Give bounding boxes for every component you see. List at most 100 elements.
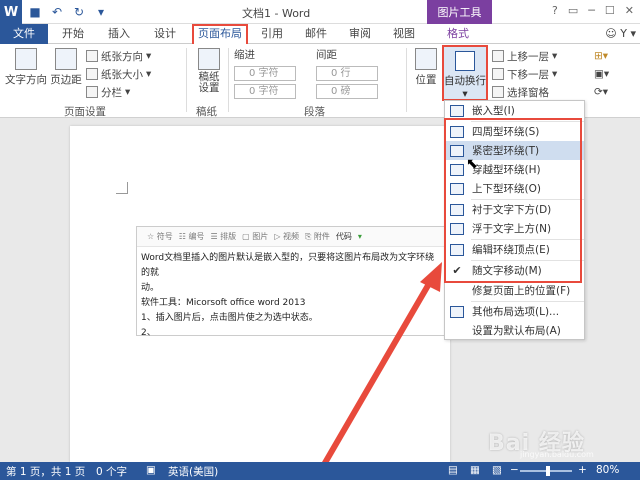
paragraph-group-label: 段落 [304, 106, 325, 118]
columns-icon [86, 86, 98, 98]
menu-item-move-with-text[interactable]: ✔ 随文字移动(M) [445, 261, 584, 280]
close-icon[interactable]: ✕ [625, 4, 634, 17]
tab-view[interactable]: 视图 [386, 24, 422, 44]
menu-item-label: 嵌入型(I) [472, 105, 515, 117]
spacing-after-input[interactable]: 0 磅 [316, 84, 378, 99]
menu-item-edit-wrap-points[interactable]: 编辑环绕顶点(E) [445, 240, 584, 259]
in-front-text-icon [450, 222, 464, 235]
tab-references[interactable]: 引用 [254, 24, 290, 44]
undo-icon[interactable]: ↶ [48, 3, 66, 21]
menu-item-fix-position[interactable]: 修复页面上的位置(F) [445, 281, 584, 300]
maximize-icon[interactable]: ☐ [605, 4, 615, 17]
tab-mailings[interactable]: 邮件 [298, 24, 334, 44]
tab-design[interactable]: 设计 [146, 24, 184, 44]
menu-item-behind-text[interactable]: 衬于文字下方(D) [445, 200, 584, 219]
bring-forward-icon [492, 50, 504, 62]
tab-page-layout[interactable]: 页面布局 [192, 24, 248, 44]
menu-item-in-front-text[interactable]: 浮于文字上方(N) [445, 219, 584, 238]
account-label: Y [620, 27, 627, 40]
tab-insert[interactable]: 插入 [100, 24, 138, 44]
group-button[interactable]: ▣▾ [594, 66, 609, 82]
menu-item-label: 设置为默认布局(A) [472, 325, 561, 337]
size-icon [86, 68, 98, 80]
menu-item-label: 随文字移动(M) [472, 265, 542, 277]
picture-text-content: Word文档里插入的图片默认是嵌入型的，只要将这图片布局改为文字环绕的就 动。 … [137, 247, 447, 341]
size-label: 纸张大小 [101, 68, 143, 81]
align-button[interactable]: ⊞▾ [594, 48, 608, 64]
picture-editor-toolbar: ☆ 符号 ☷ 编号 ☰ 排版 ▢ 图片 ▷ 视频 ⎘ 附件 代码 ▾ [137, 227, 447, 247]
window-controls: ? ▭ ─ ☐ ✕ [552, 4, 634, 17]
selection-pane-icon [492, 86, 504, 98]
account-initial[interactable]: ☺ Y ▾ [605, 24, 636, 44]
spacing-before-input[interactable]: 0 行 [316, 66, 378, 81]
save-icon[interactable]: ■ [26, 3, 44, 21]
auto-wrap-button[interactable]: 自动换行 ▾ [442, 45, 488, 101]
code-label: 代码 [335, 232, 352, 241]
margins-button[interactable]: 页边距 [48, 46, 84, 87]
page-count[interactable]: 第 1 页，共 1 页 [6, 464, 85, 479]
zoom-in-icon[interactable]: + [578, 464, 587, 476]
right-indent-input[interactable]: 0 字符 [234, 84, 296, 99]
document-page[interactable]: ☆ 符号 ☷ 编号 ☰ 排版 ▢ 图片 ▷ 视频 ⎘ 附件 代码 ▾ Word文… [70, 126, 450, 462]
redo-icon[interactable]: ↻ [70, 3, 88, 21]
tab-review[interactable]: 审阅 [342, 24, 378, 44]
print-layout-icon[interactable]: ▦ [470, 464, 480, 476]
help-icon[interactable]: ? [552, 4, 558, 17]
zoom-level[interactable]: 80% [596, 464, 619, 476]
numbering-text: 编号 [188, 232, 205, 241]
language-indicator[interactable]: 英语(美国) [168, 464, 218, 479]
orientation-icon [86, 50, 98, 62]
menu-item-more-layout-options[interactable]: 其他布局选项(L)... [445, 302, 584, 321]
read-mode-icon[interactable]: ▤ [448, 464, 458, 476]
text-direction-icon [15, 48, 37, 70]
position-button[interactable]: 位置 [410, 46, 442, 87]
video-text: 视频 [282, 232, 299, 241]
symbol-label: ☆ 符号 [147, 232, 173, 241]
menu-item-set-default[interactable]: 设置为默认布局(A) [445, 321, 584, 340]
spacing-label: 间距 [316, 48, 337, 61]
ribbon-tabs: 文件 开始 插入 设计 页面布局 引用 邮件 审阅 视图 格式 [0, 24, 640, 44]
tab-home[interactable]: 开始 [54, 24, 92, 44]
orientation-button[interactable]: 纸张方向 ▾ [86, 48, 151, 64]
picture-text-line: Word文档里插入的图片默认是嵌入型的，只要将这图片布局改为文字环绕的就 [141, 253, 435, 278]
menu-item-square[interactable]: 四周型环绕(S) [445, 122, 584, 141]
proofing-icon[interactable]: ▣ [146, 464, 156, 476]
edit-wrap-points-icon [450, 243, 464, 256]
selection-pane-button[interactable]: 选择窗格 [492, 84, 549, 100]
menu-item-inline[interactable]: 嵌入型(I) [445, 101, 584, 120]
columns-button[interactable]: 分栏 ▾ [86, 84, 130, 100]
rotate-button[interactable]: ⟳▾ [594, 84, 608, 100]
bring-forward-label: 上移一层 [507, 50, 549, 63]
picture-text: 图片 [252, 232, 269, 241]
minimize-icon[interactable]: ─ [588, 4, 595, 17]
zoom-slider-thumb[interactable] [546, 466, 550, 476]
group-separator [186, 48, 187, 112]
customize-qat-icon[interactable]: ▾ [92, 3, 110, 21]
page-setup-group-label: 页面设置 [64, 106, 106, 118]
draft-group-label: 稿纸 [196, 106, 217, 118]
menu-item-label: 衬于文字下方(D) [472, 204, 552, 216]
size-button[interactable]: 纸张大小 ▾ [86, 66, 151, 82]
tab-file[interactable]: 文件 [0, 24, 48, 44]
symbol-text: 符号 [156, 232, 173, 241]
menu-item-label: 穿越型环绕(H) [472, 164, 541, 176]
ribbon-display-icon[interactable]: ▭ [568, 4, 578, 17]
send-backward-button[interactable]: 下移一层 ▾ [492, 66, 557, 82]
menu-item-label: 编辑环绕顶点(E) [472, 244, 550, 256]
numbering-label: ☷ 编号 [178, 232, 205, 241]
picture-tools-label: 图片工具 [427, 0, 492, 24]
menu-item-top-bottom[interactable]: 上下型环绕(O) [445, 179, 584, 198]
word-count[interactable]: 0 个字 [96, 464, 127, 479]
web-layout-icon[interactable]: ▧ [492, 464, 502, 476]
bring-forward-button[interactable]: 上移一层 ▾ [492, 48, 557, 64]
text-direction-button[interactable]: 文字方向 [4, 46, 48, 87]
columns-label: 分栏 [101, 86, 122, 99]
send-backward-label: 下移一层 [507, 68, 549, 81]
picture-text-line: 2、 [141, 328, 156, 338]
zoom-out-icon[interactable]: − [510, 464, 519, 476]
selected-picture[interactable]: ☆ 符号 ☷ 编号 ☰ 排版 ▢ 图片 ▷ 视频 ⎘ 附件 代码 ▾ Word文… [136, 226, 448, 338]
draft-paper-button[interactable]: 稿纸 设置 [192, 46, 226, 94]
left-indent-input[interactable]: 0 字符 [234, 66, 296, 81]
tight-wrap-icon [450, 144, 464, 157]
tab-format[interactable]: 格式 [440, 24, 476, 44]
